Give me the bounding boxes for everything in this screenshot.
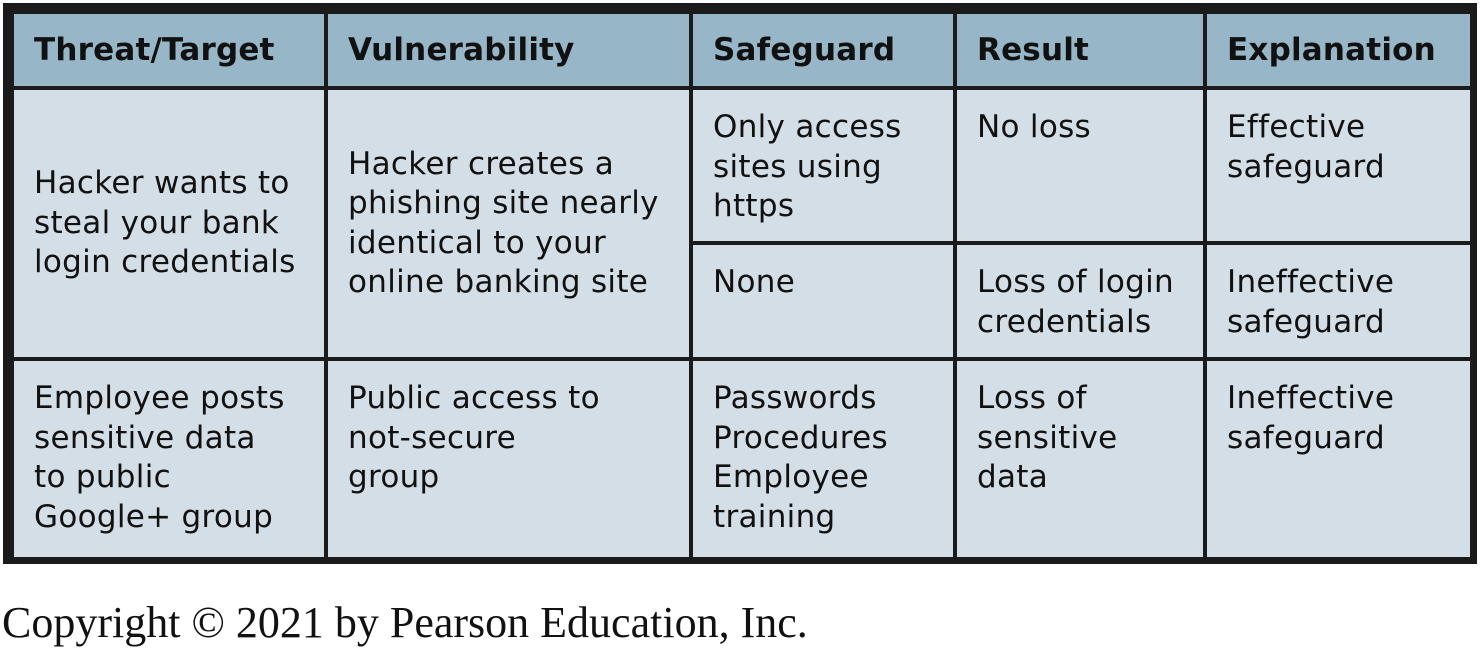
cell-phishing-explanation-2: Ineffective safeguard xyxy=(1203,241,1474,361)
header-threat-target: Threat/Target xyxy=(10,10,328,90)
cell-employee-vulnerability: Public access to not-secure group xyxy=(324,357,693,561)
cell-text: Hacker wants to steal your bank login cr… xyxy=(34,165,296,281)
cell-text: Ineffective safeguard xyxy=(1227,264,1395,340)
cell-phishing-explanation-1: Effective safeguard xyxy=(1203,86,1474,245)
cell-employee-explanation: Ineffective safeguard xyxy=(1203,357,1474,561)
cell-phishing-vulnerability: Hacker creates a phishing site nearly id… xyxy=(324,86,693,361)
header-explanation: Explanation xyxy=(1203,10,1474,90)
cell-text: Hacker creates a phishing site nearly id… xyxy=(348,145,659,301)
cell-phishing-safeguard-1: Only access sites using https xyxy=(689,86,957,245)
header-result: Result xyxy=(953,10,1207,90)
header-safeguard: Safeguard xyxy=(689,10,957,90)
cell-text: Only access sites using https xyxy=(713,109,902,224)
cell-text: Employee posts sensitive data to public … xyxy=(34,380,285,535)
cell-employee-safeguard: Passwords Procedures Employee training xyxy=(689,357,957,561)
copyright-notice: Copyright © 2021 by Pearson Education, I… xyxy=(2,598,808,647)
cell-text: Public access to not-secure group xyxy=(348,380,600,495)
cell-text: Loss of sensitive data xyxy=(977,380,1118,495)
cell-text: Ineffective safeguard xyxy=(1227,380,1395,456)
cell-phishing-safeguard-2: None xyxy=(689,241,957,361)
header-vulnerability: Vulnerability xyxy=(324,10,693,90)
security-threat-table: Threat/Target Vulnerability Safeguard Re… xyxy=(10,10,1474,561)
header-row: Threat/Target Vulnerability Safeguard Re… xyxy=(10,10,1474,90)
cell-employee-threat: Employee posts sensitive data to public … xyxy=(10,357,328,561)
cell-text: Loss of login credentials xyxy=(977,264,1174,340)
cell-text: Effective safeguard xyxy=(1227,109,1386,185)
cell-phishing-result-2: Loss of login credentials xyxy=(953,241,1207,361)
table-row: Hacker wants to steal your bank login cr… xyxy=(10,86,1474,361)
cell-employee-result: Loss of sensitive data xyxy=(953,357,1207,561)
cell-text: Passwords Procedures Employee training xyxy=(713,380,888,535)
table-frame: Threat/Target Vulnerability Safeguard Re… xyxy=(3,3,1477,564)
cell-text: None xyxy=(713,264,796,300)
table-row: Employee posts sensitive data to public … xyxy=(10,357,1474,561)
cell-phishing-threat: Hacker wants to steal your bank login cr… xyxy=(10,86,328,361)
cell-phishing-result-1: No loss xyxy=(953,86,1207,245)
cell-text: No loss xyxy=(977,109,1091,145)
